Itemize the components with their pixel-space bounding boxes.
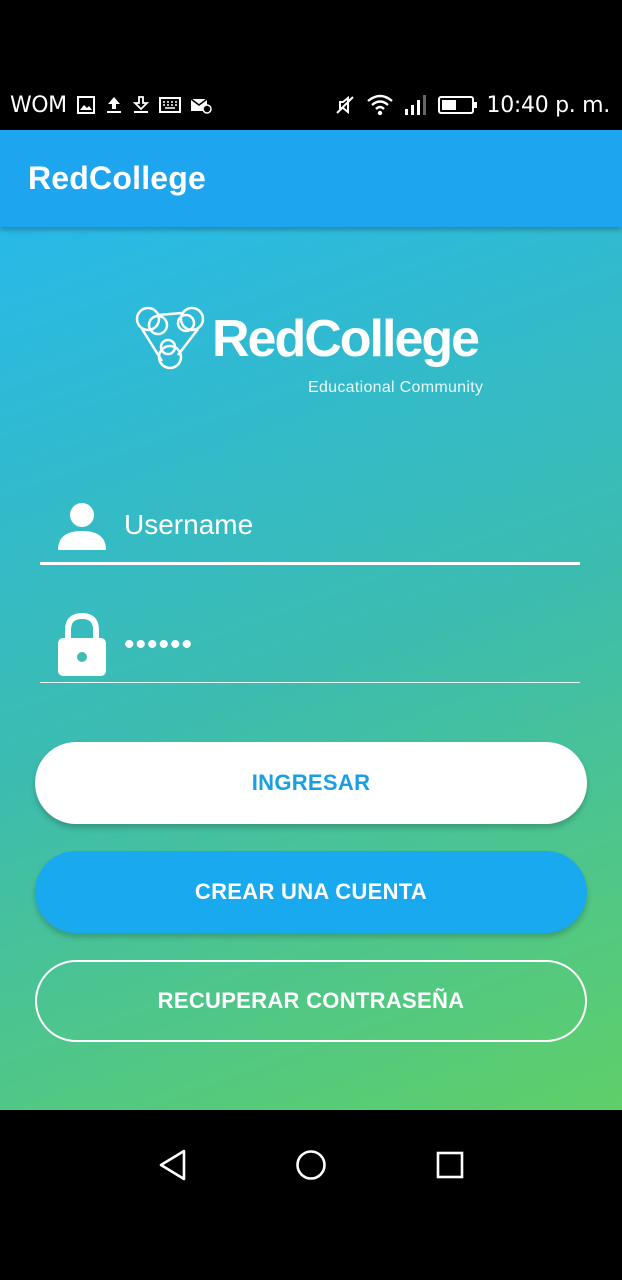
keyboard-icon (158, 96, 181, 114)
username-field (40, 492, 580, 565)
network-logo-icon (135, 306, 205, 370)
image-icon (76, 95, 96, 115)
home-icon[interactable] (281, 1135, 341, 1195)
password-field (40, 612, 580, 683)
mail-off-icon (190, 96, 212, 114)
recover-password-button[interactable]: RECUPERAR CONTRASEÑA (35, 960, 587, 1042)
user-icon (56, 500, 108, 557)
top-black-area (0, 0, 622, 80)
download-icon (132, 95, 150, 115)
lock-icon (56, 612, 108, 683)
login-screen: RedCollege Educational Community INGRESA… (0, 227, 622, 1110)
upload-icon (105, 95, 123, 115)
recents-icon[interactable] (420, 1135, 480, 1195)
logo-tagline: Educational Community (308, 379, 484, 396)
signal-icon (403, 93, 429, 117)
username-input[interactable] (124, 500, 564, 550)
status-bar-right: 10:40 p. m. (333, 93, 610, 118)
status-bar: WOM 10:40 p. m. (0, 80, 622, 130)
app-bar: RedCollege (0, 130, 622, 227)
mute-icon (333, 93, 357, 117)
back-icon[interactable] (143, 1135, 203, 1195)
login-button[interactable]: INGRESAR (35, 742, 587, 824)
battery-icon (437, 94, 478, 116)
status-bar-left: WOM (10, 93, 212, 118)
create-account-button[interactable]: CREAR UNA CUENTA (35, 851, 587, 933)
login-button-label: INGRESAR (251, 770, 371, 795)
carrier-name: WOM (10, 92, 67, 118)
password-input[interactable] (124, 620, 564, 670)
recover-password-button-label: RECUPERAR CONTRASEÑA (157, 988, 465, 1013)
logo-name: RedCollege (212, 310, 480, 368)
wifi-icon (366, 93, 394, 117)
app-logo: RedCollege Educational Community (132, 305, 492, 405)
app-bar-title: RedCollege (28, 160, 207, 196)
navigation-bar (0, 1110, 622, 1280)
create-account-button-label: CREAR UNA CUENTA (194, 879, 428, 904)
clock-time: 10:40 p. m. (486, 92, 611, 118)
